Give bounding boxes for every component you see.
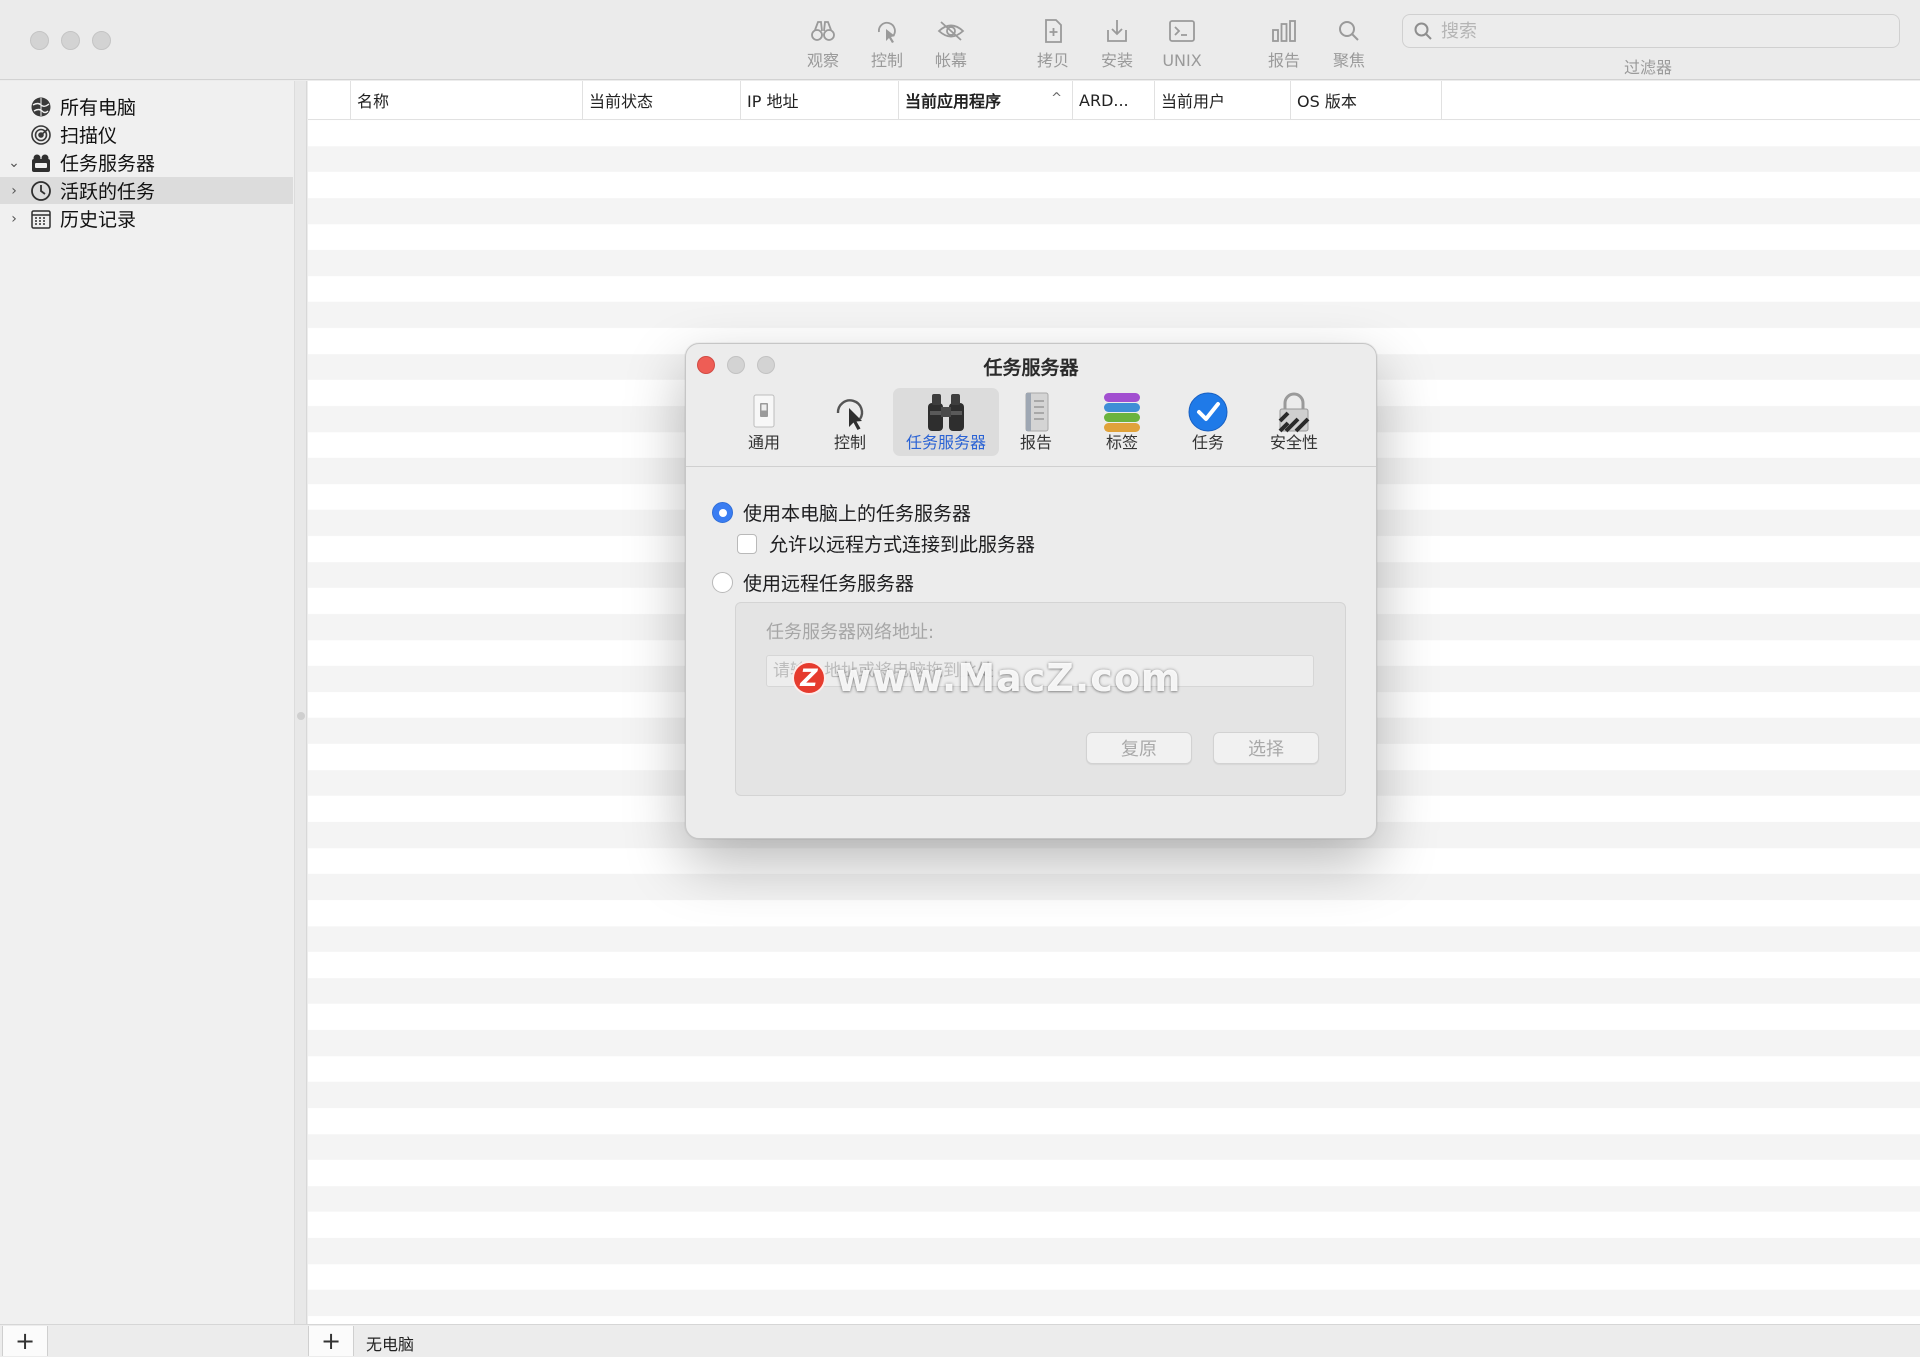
close-window-button[interactable] <box>30 31 49 50</box>
preferences-tab-bar: 通用 控制 任务服务器 报告 标签 任务 安全性 <box>686 388 1376 460</box>
split-view-divider[interactable] <box>295 81 307 1324</box>
scanner-icon <box>28 123 54 147</box>
sort-ascending-icon: ^ <box>1051 91 1062 106</box>
report-document-icon <box>1014 391 1058 433</box>
table-header: 名称 当前状态 IP 地址 当前应用程序 ^ ARD... 当前用户 OS 版本 <box>308 81 1920 120</box>
filter-label: 过滤器 <box>1624 58 1673 77</box>
plus-icon: + <box>320 1327 342 1355</box>
bar-chart-icon <box>1270 16 1298 46</box>
reset-button[interactable]: 复原 <box>1086 732 1192 764</box>
calendar-icon <box>28 207 54 231</box>
magnifier-icon <box>1335 16 1363 46</box>
use-local-server-option[interactable]: 使用本电脑上的任务服务器 <box>712 499 971 526</box>
sidebar-item-history[interactable]: › 历史记录 <box>0 205 293 232</box>
search-icon <box>1414 22 1432 40</box>
column-header-os-version[interactable]: OS 版本 <box>1290 81 1442 119</box>
remote-address-input[interactable] <box>766 655 1314 687</box>
task-server-preferences-dialog: 任务服务器 通用 控制 任务服务器 报告 标签 任务 安全性 使用本电脑上的任务… <box>685 343 1377 839</box>
use-remote-server-option[interactable]: 使用远程任务服务器 <box>712 569 914 596</box>
column-header-status[interactable]: 当前状态 <box>582 81 740 119</box>
dialog-divider <box>686 466 1376 467</box>
observe-button[interactable]: 观察 <box>791 16 855 74</box>
control-cursor-icon <box>873 16 901 46</box>
tab-tasks[interactable]: 任务 <box>1178 388 1238 456</box>
plus-icon: + <box>14 1327 36 1355</box>
column-header-current-app[interactable]: 当前应用程序 ^ <box>898 81 1072 119</box>
column-header-ip[interactable]: IP 地址 <box>740 81 898 119</box>
document-plus-icon <box>1039 16 1067 46</box>
globe-icon <box>28 95 54 119</box>
column-header-name[interactable]: 名称 <box>350 81 582 119</box>
choose-button[interactable]: 选择 <box>1213 732 1319 764</box>
divider-handle[interactable] <box>297 712 305 720</box>
local-server-radio[interactable] <box>712 502 733 523</box>
add-list-button[interactable]: + <box>2 1326 48 1356</box>
window-toolbar: 观察 控制 帐幕 拷贝 安装 UNIX 报告 聚焦 搜索 过滤器 <box>0 0 1920 80</box>
dialog-title: 任务服务器 <box>983 357 1079 379</box>
column-header-ard[interactable]: ARD... <box>1072 81 1154 119</box>
binoculars-icon <box>924 391 968 433</box>
search-field[interactable] <box>1402 14 1900 48</box>
tab-general[interactable]: 通用 <box>734 388 794 456</box>
eye-slash-icon <box>937 16 965 46</box>
tab-tags[interactable]: 标签 <box>1092 388 1152 456</box>
sidebar: 所有电脑 扫描仪 ⌄ 任务服务器 › 活跃的任务 › 历史记录 <box>0 81 295 1324</box>
chevron-right-icon[interactable]: › <box>0 211 28 227</box>
zoom-window-button[interactable] <box>92 31 111 50</box>
remote-server-settings-box: 任务服务器网络地址: 复原 选择 <box>735 602 1346 796</box>
column-header-current-user[interactable]: 当前用户 <box>1154 81 1290 119</box>
control-cursor-icon <box>828 391 872 433</box>
binoculars-icon <box>809 16 837 46</box>
switch-icon <box>742 391 786 433</box>
copy-button[interactable]: 拷贝 <box>1021 16 1085 74</box>
search-input[interactable] <box>1441 20 1881 42</box>
tab-report[interactable]: 报告 <box>1006 388 1066 456</box>
terminal-icon <box>1168 16 1196 46</box>
add-computer-button[interactable]: + <box>308 1326 354 1356</box>
curtain-button[interactable]: 帐幕 <box>919 16 983 74</box>
chevron-right-icon[interactable]: › <box>0 183 28 199</box>
computer-count-status: 无电脑 <box>366 1335 415 1354</box>
allow-remote-connection-option[interactable]: 允许以远程方式连接到此服务器 <box>737 530 1035 557</box>
report-button[interactable]: 报告 <box>1252 16 1316 74</box>
checkmark-circle-icon <box>1186 391 1230 433</box>
lock-icon <box>1272 391 1316 433</box>
remote-server-radio[interactable] <box>712 572 733 593</box>
control-button[interactable]: 控制 <box>855 16 919 74</box>
spotlight-button[interactable]: 聚焦 <box>1317 16 1381 74</box>
bottom-bar: + + 无电脑 <box>0 1324 1920 1357</box>
tab-control[interactable]: 控制 <box>820 388 880 456</box>
tab-task-server[interactable]: 任务服务器 <box>893 388 999 456</box>
task-server-icon <box>28 151 54 175</box>
unix-button[interactable]: UNIX <box>1150 16 1214 74</box>
sidebar-item-task-server[interactable]: ⌄ 任务服务器 <box>0 149 293 176</box>
remote-address-label: 任务服务器网络地址: <box>766 622 935 643</box>
allow-remote-checkbox[interactable] <box>737 533 757 554</box>
sidebar-item-all-computers[interactable]: 所有电脑 <box>0 93 293 120</box>
sidebar-item-active-tasks[interactable]: › 活跃的任务 <box>0 177 293 204</box>
tab-security[interactable]: 安全性 <box>1264 388 1324 456</box>
clock-icon <box>28 179 54 203</box>
install-button[interactable]: 安装 <box>1085 16 1149 74</box>
window-controls <box>30 31 111 50</box>
minimize-window-button[interactable] <box>61 31 80 50</box>
chevron-down-icon[interactable]: ⌄ <box>0 155 28 171</box>
install-tray-icon <box>1103 16 1131 46</box>
stacked-tags-icon <box>1100 391 1144 433</box>
sidebar-item-scanner[interactable]: 扫描仪 <box>0 121 293 148</box>
